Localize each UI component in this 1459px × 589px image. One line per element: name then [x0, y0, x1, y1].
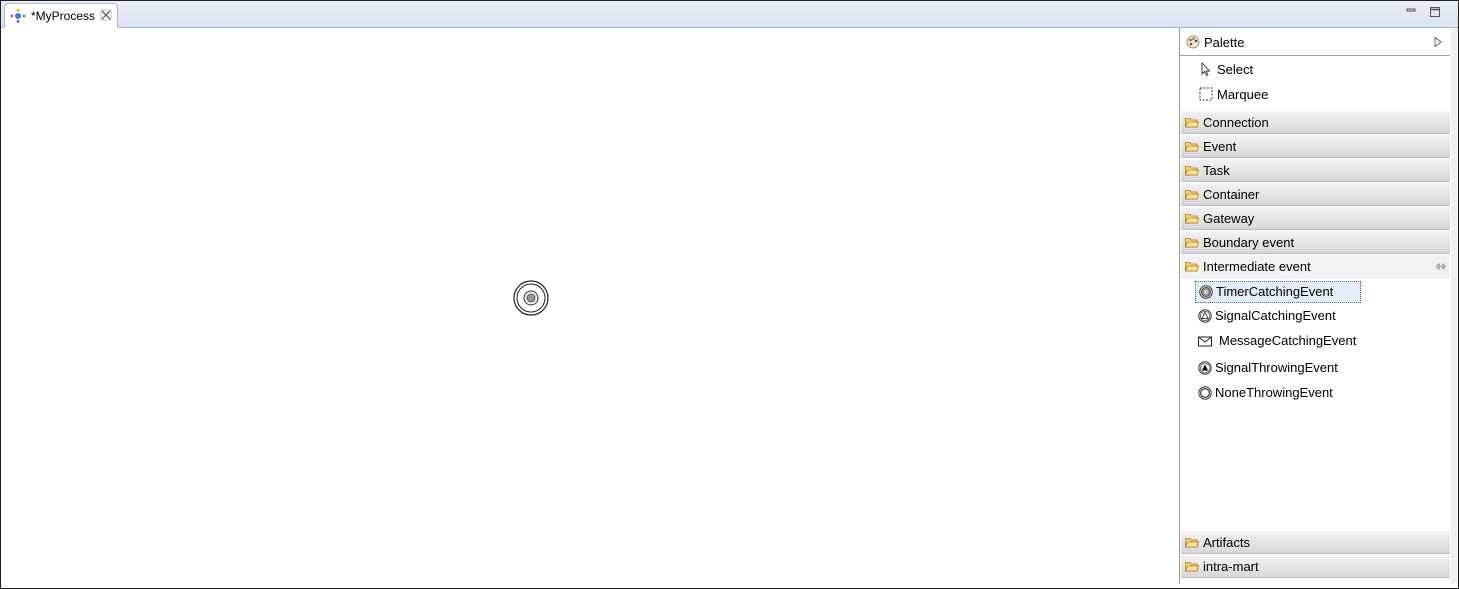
editor-tab[interactable]: *MyProcess: [4, 3, 118, 28]
process-icon: [10, 9, 26, 23]
minimize-icon[interactable]: [1405, 6, 1417, 18]
cursor-arrow-icon: [1201, 62, 1211, 76]
entry-label: SignalThrowingEvent: [1215, 360, 1338, 375]
marquee-icon: [1199, 87, 1213, 101]
drawer-label: Event: [1203, 139, 1237, 154]
folder-icon: [1185, 238, 1199, 248]
collapse-arrow-icon[interactable]: [1434, 37, 1442, 47]
diagram-canvas[interactable]: [3, 28, 1178, 584]
signal-catch-icon: [1198, 309, 1212, 323]
editor-tab-bar: *MyProcess: [1, 1, 1458, 28]
drawer-gateway[interactable]: Gateway: [1181, 206, 1450, 230]
editor-window: *MyProcess Palette Select Marquee Connec…: [0, 0, 1459, 589]
drawer-label: Connection: [1203, 115, 1269, 130]
palette-entry-signal-catching-event[interactable]: SignalCatchingEvent: [1195, 306, 1359, 326]
timer-catching-event-node[interactable]: [512, 279, 550, 317]
palette-header: Palette: [1180, 28, 1450, 56]
folder-icon: [1185, 538, 1199, 548]
folder-icon: [1185, 142, 1199, 152]
folder-icon: [1185, 190, 1199, 200]
open-folder-icon: [1185, 262, 1199, 272]
folder-icon: [1185, 214, 1199, 224]
tab-title: *MyProcess: [31, 9, 96, 23]
entry-label: NoneThrowingEvent: [1215, 385, 1333, 400]
palette-entry-timer-catching-event[interactable]: TimerCatchingEvent: [1195, 281, 1361, 303]
drawer-label: intra-mart: [1203, 559, 1259, 574]
drawer-task[interactable]: Task: [1181, 158, 1450, 182]
drawer-container[interactable]: Container: [1181, 182, 1450, 206]
right-sash[interactable]: [1451, 28, 1458, 584]
palette-icon: [1186, 35, 1200, 49]
palette-entry-signal-throwing-event[interactable]: SignalThrowingEvent: [1195, 358, 1359, 378]
signal-throw-icon: [1198, 361, 1212, 375]
drawer-label: Artifacts: [1203, 535, 1250, 550]
drawer-boundary-event[interactable]: Boundary event: [1181, 230, 1450, 254]
folder-icon: [1185, 118, 1199, 128]
drawer-label: Gateway: [1203, 211, 1255, 226]
envelope-icon: [1198, 336, 1212, 347]
marquee-label: Marquee: [1217, 87, 1269, 102]
pin-drawer-icon[interactable]: [1436, 263, 1446, 270]
drawer-label: Task: [1203, 163, 1230, 178]
drawer-artifacts[interactable]: Artifacts: [1181, 530, 1450, 554]
drawer-label: Intermediate event: [1203, 259, 1311, 274]
drawer-connection[interactable]: Connection: [1181, 110, 1450, 134]
folder-icon: [1185, 562, 1199, 572]
drawer-label: Boundary event: [1203, 235, 1295, 250]
drawer-label: Container: [1203, 187, 1260, 202]
select-label: Select: [1217, 62, 1254, 77]
drawer-intra-mart[interactable]: intra-mart: [1181, 554, 1450, 578]
palette: Palette Select Marquee Connection Event: [1179, 28, 1452, 584]
drawer-intermediate-event[interactable]: Intermediate event: [1181, 254, 1450, 278]
drawer-event[interactable]: Event: [1181, 134, 1450, 158]
entry-label: SignalCatchingEvent: [1215, 308, 1336, 323]
folder-icon: [1185, 166, 1199, 176]
palette-entry-none-throwing-event[interactable]: NoneThrowingEvent: [1195, 383, 1359, 403]
palette-title: Palette: [1204, 35, 1245, 50]
none-event-icon: [1198, 386, 1212, 400]
palette-entry-message-catching-event[interactable]: MessageCatchingEvent: [1195, 331, 1359, 351]
close-icon[interactable]: [100, 9, 112, 21]
entry-label: TimerCatchingEvent: [1216, 284, 1334, 299]
maximize-icon[interactable]: [1429, 6, 1441, 18]
timer-event-icon: [1199, 285, 1213, 299]
entry-label: MessageCatchingEvent: [1219, 333, 1357, 348]
